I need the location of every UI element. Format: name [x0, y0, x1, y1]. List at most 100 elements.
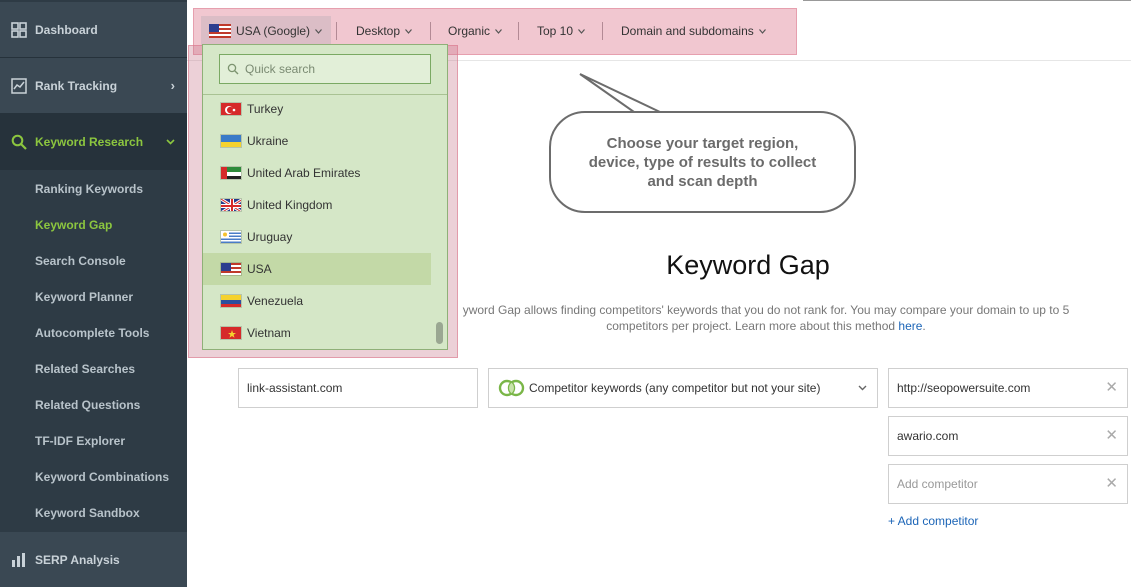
competitor-input-2[interactable]	[897, 429, 1097, 443]
results-type-select[interactable]: Organic	[448, 24, 502, 38]
hint-callout: Choose your target region, device, type …	[549, 111, 856, 213]
search-icon	[227, 63, 239, 75]
device-select-label: Desktop	[356, 24, 401, 38]
venn-circles-icon	[497, 378, 527, 398]
page-title: Keyword Gap	[666, 250, 830, 280]
sidebar-item-keyword-gap[interactable]: Keyword Gap	[35, 218, 112, 232]
close-icon[interactable]: ✕	[1105, 380, 1118, 395]
search-icon	[10, 133, 28, 151]
dropdown-option-turkey[interactable]: Turkey	[203, 93, 431, 125]
dropdown-option-label: Venezuela	[247, 294, 304, 308]
competitor-input-1[interactable]	[897, 381, 1097, 395]
quick-search-input[interactable]	[245, 62, 425, 76]
page-description: yword Gap allows finding competitors' ke…	[441, 302, 1091, 334]
uk-flag-icon	[220, 198, 242, 212]
dropdown-option-uruguay[interactable]: Uruguay	[203, 221, 431, 253]
description-line-2: competitors per project. Learn more abou…	[441, 318, 1091, 334]
chevron-down-icon	[858, 385, 867, 391]
toolbar-separator	[336, 22, 337, 40]
depth-select[interactable]: Top 10	[537, 24, 585, 38]
sidebar-item-keyword-combinations[interactable]: Keyword Combinations	[35, 470, 169, 484]
depth-label: Top 10	[537, 24, 574, 38]
mode-select[interactable]: Competitor keywords (any competitor but …	[488, 368, 878, 408]
scope-label: Domain and subdomains	[621, 24, 754, 38]
sidebar-item-label: SERP Analysis	[35, 552, 120, 567]
dropdown-option-label: United Kingdom	[247, 198, 333, 212]
dropdown-option-venezuela[interactable]: Venezuela	[203, 285, 431, 317]
description-text: competitors per project. Learn more abou…	[606, 319, 899, 333]
dropdown-option-uae[interactable]: United Arab Emirates	[203, 157, 431, 189]
chevron-down-icon	[166, 133, 175, 148]
quick-search-field[interactable]	[219, 54, 431, 84]
sidebar-item-label: Dashboard	[35, 22, 98, 37]
toolbar-separator	[430, 22, 431, 40]
learn-more-link[interactable]: here	[898, 319, 922, 333]
turkey-flag-icon	[220, 102, 242, 116]
top-border	[803, 0, 1131, 1]
sidebar-item-related-questions[interactable]: Related Questions	[35, 398, 140, 412]
competitor-field-3[interactable]: ✕	[888, 464, 1128, 504]
chevron-down-icon	[495, 28, 502, 34]
dropdown-scrollbar[interactable]	[436, 322, 443, 344]
dropdown-option-vietnam[interactable]: Vietnam	[203, 317, 431, 349]
competitor-field-2[interactable]: ✕	[888, 416, 1128, 456]
dropdown-option-label: United Arab Emirates	[247, 166, 361, 180]
dropdown-option-label: USA	[247, 262, 272, 276]
vietnam-flag-icon	[220, 326, 242, 340]
sidebar-item-tf-idf-explorer[interactable]: TF-IDF Explorer	[35, 434, 125, 448]
toolbar-separator	[518, 22, 519, 40]
callout-line: and scan depth	[647, 172, 758, 190]
description-line: yword Gap allows finding competitors' ke…	[462, 303, 1070, 317]
dropdown-option-label: Vietnam	[247, 326, 291, 340]
sidebar-item-serp-analysis[interactable]: SERP Analysis	[0, 532, 187, 587]
callout-line: device, type of results to collect	[588, 153, 817, 171]
sidebar-item-keyword-research[interactable]: Keyword Research	[0, 114, 187, 170]
dropdown-option-ukraine[interactable]: Ukraine	[203, 125, 431, 157]
chevron-down-icon	[758, 28, 766, 34]
domain-input[interactable]	[247, 381, 447, 395]
scope-select[interactable]: Domain and subdomains	[621, 24, 766, 38]
uae-flag-icon	[220, 166, 242, 180]
dropdown-option-label: Ukraine	[247, 134, 289, 148]
description-end: .	[922, 319, 926, 333]
toolbar-separator	[602, 22, 603, 40]
mode-select-label: Competitor keywords (any competitor but …	[529, 381, 821, 395]
callout-line: Choose your target region,	[606, 134, 799, 152]
chevron-down-icon	[578, 28, 585, 34]
competitor-field-1[interactable]: ✕	[888, 368, 1128, 408]
sidebar-item-related-searches[interactable]: Related Searches	[35, 362, 135, 376]
sidebar-item-label: Keyword Research	[35, 134, 144, 149]
ukraine-flag-icon	[220, 134, 242, 148]
dropdown-option-label: Turkey	[247, 102, 284, 116]
sidebar-item-keyword-planner[interactable]: Keyword Planner	[35, 290, 133, 304]
device-select[interactable]: Desktop	[356, 24, 412, 38]
sidebar-item-keyword-sandbox[interactable]: Keyword Sandbox	[35, 506, 140, 520]
region-select[interactable]: USA (Google)	[209, 24, 323, 38]
sidebar-item-autocomplete-tools[interactable]: Autocomplete Tools	[35, 326, 149, 340]
close-icon[interactable]: ✕	[1105, 476, 1118, 491]
add-competitor-link[interactable]: + Add competitor	[888, 514, 978, 528]
dropdown-option-label: Uruguay	[247, 230, 293, 244]
sidebar-item-rank-tracking[interactable]: Rank Tracking ›	[0, 58, 187, 114]
usa-flag-icon	[220, 262, 242, 276]
close-icon[interactable]: ✕	[1105, 428, 1118, 443]
competitor-input-3[interactable]	[897, 477, 1097, 491]
domain-field[interactable]	[238, 368, 478, 408]
dropdown-option-uk[interactable]: United Kingdom	[203, 189, 431, 221]
region-select-label: USA (Google)	[236, 24, 311, 38]
usa-flag-icon	[209, 24, 231, 38]
dashboard-grid-icon	[10, 21, 28, 39]
sidebar-item-label: Rank Tracking	[35, 78, 118, 93]
sidebar-item-ranking-keywords[interactable]: Ranking Keywords	[35, 182, 143, 196]
callout-pointer	[579, 73, 666, 116]
bar-chart-icon	[10, 551, 28, 569]
sidebar-item-dashboard[interactable]: Dashboard	[0, 2, 187, 58]
chevron-down-icon	[405, 28, 412, 34]
venezuela-flag-icon	[220, 294, 242, 308]
chevron-down-icon	[315, 28, 323, 34]
sidebar-item-search-console[interactable]: Search Console	[35, 254, 126, 268]
chart-line-icon	[10, 77, 28, 95]
chevron-right-icon: ›	[170, 78, 175, 93]
results-type-label: Organic	[448, 24, 491, 38]
dropdown-option-usa[interactable]: USA	[203, 253, 431, 285]
